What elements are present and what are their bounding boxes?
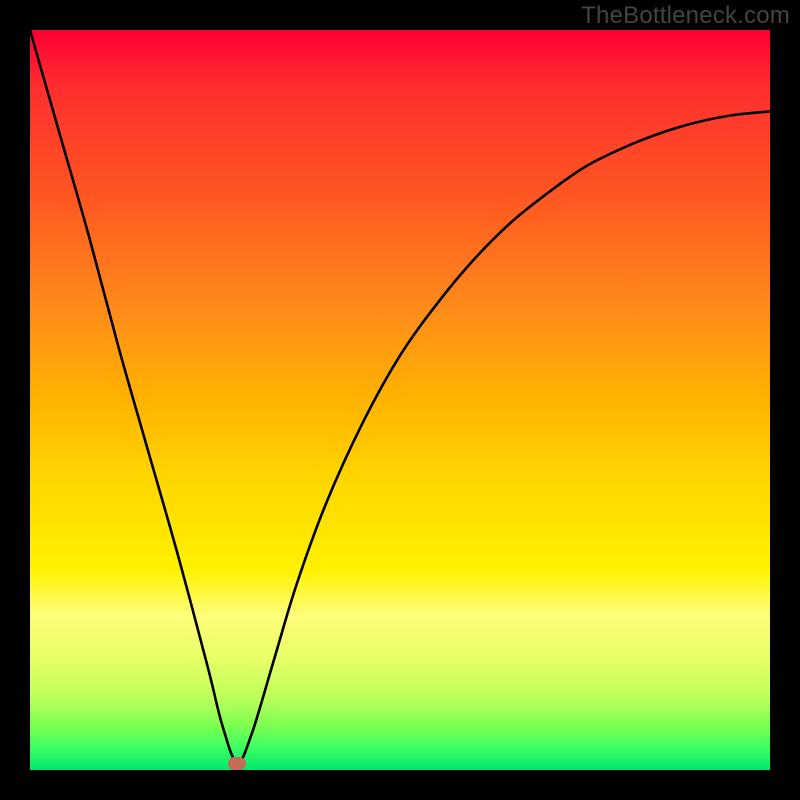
watermark-text: TheBottleneck.com <box>581 2 790 30</box>
plot-area <box>30 30 770 770</box>
minimum-marker <box>228 757 246 770</box>
bottleneck-curve <box>30 30 770 770</box>
chart-container: TheBottleneck.com <box>0 0 800 800</box>
